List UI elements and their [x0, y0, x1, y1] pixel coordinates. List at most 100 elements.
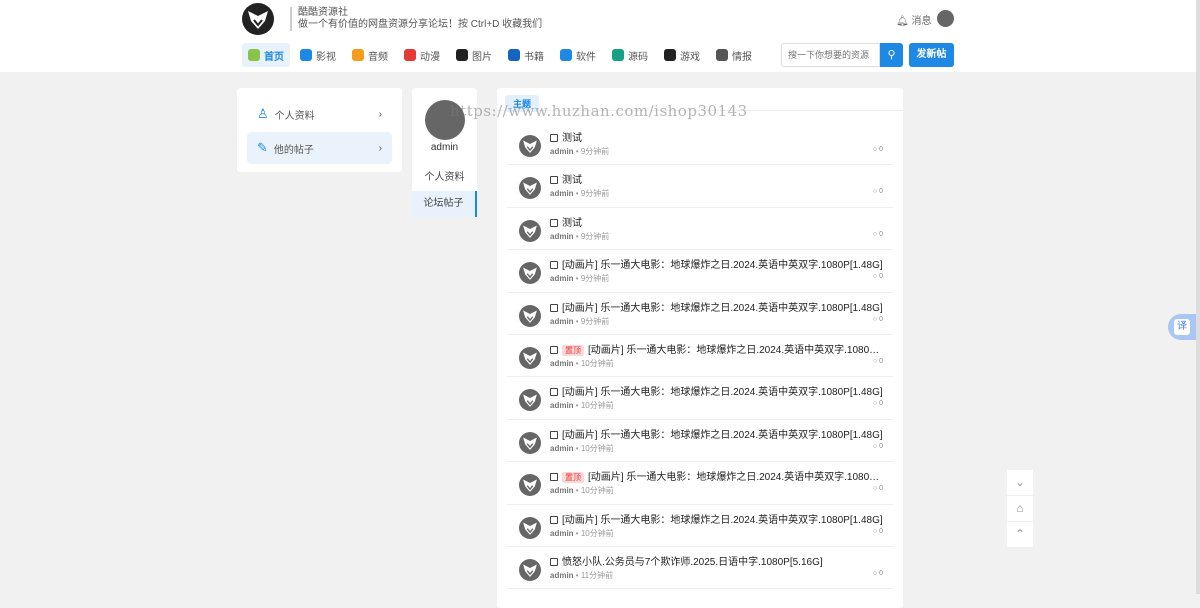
menu-posts[interactable]: ✎ 他的帖子 ›	[247, 132, 392, 164]
post-row: [动画片] 乐一通大电影：地球爆炸之日.2024.英语中英双字.1080P[1.…	[507, 420, 893, 463]
post-author[interactable]: admin	[550, 232, 574, 241]
nav-item[interactable]: 动漫	[398, 43, 446, 67]
post-meta: admin • 9分钟前	[550, 274, 610, 284]
nav-item[interactable]: 首页	[242, 43, 290, 67]
nav-label: 情报	[732, 51, 752, 63]
post-author[interactable]: admin	[550, 444, 574, 453]
post-meta: admin • 9分钟前	[550, 147, 610, 156]
post-title[interactable]: 置顶 [动画片] 乐一通大电影：地球爆炸之日.2024.英语中英双字.1080P[…	[550, 468, 885, 484]
author-avatar[interactable]	[519, 431, 541, 454]
comment-icon: ○	[872, 188, 878, 196]
checkbox-icon	[550, 218, 558, 227]
scroll-up-button[interactable]: ⌃	[1007, 522, 1033, 547]
nav-item[interactable]: 软件	[554, 43, 602, 67]
post-row: [动画片] 乐一通大电影：地球爆炸之日.2024.英语中英双字.1080P[1.…	[507, 377, 893, 420]
menu-profile[interactable]: ♙ 个人资料 ›	[247, 98, 392, 130]
checkbox-icon	[550, 176, 558, 185]
post-row: 测试 admin • 9分钟前 ○ 0	[507, 165, 893, 208]
user-menu-card: ♙ 个人资料 › ✎ 他的帖子 ›	[237, 88, 402, 172]
nav-item[interactable]: 游戏	[658, 43, 706, 67]
nav-item[interactable]: 音频	[346, 43, 394, 67]
user-avatar[interactable]	[937, 10, 954, 27]
scrollbar[interactable]	[1196, 0, 1200, 594]
post-title[interactable]: 测试	[550, 214, 885, 229]
author-avatar[interactable]	[519, 219, 541, 242]
comment-count-value: 0	[879, 273, 883, 281]
post-title[interactable]: [动画片] 乐一通大电影：地球爆炸之日.2024.英语中英双字.1080P[1.…	[550, 256, 885, 271]
comment-count-value: 0	[879, 442, 883, 450]
profile-name: admin	[430, 142, 459, 153]
search-button[interactable]: ⚲	[880, 43, 903, 67]
post-title[interactable]: [动画片] 乐一通大电影：地球爆炸之日.2024.英语中英双字.1080P[1.…	[550, 511, 885, 526]
post-row: [动画片] 乐一通大电影：地球爆炸之日.2024.英语中英双字.1080P[1.…	[507, 505, 893, 547]
post-time: 9分钟前	[580, 274, 610, 284]
post-title[interactable]: [动画片] 乐一通大电影：地球爆炸之日.2024.英语中英双字.1080P[1.…	[550, 426, 885, 441]
post-title[interactable]: 测试	[550, 129, 885, 144]
nav-label: 软件	[576, 51, 596, 63]
post-author[interactable]: admin	[550, 571, 574, 580]
author-avatar[interactable]	[519, 347, 541, 369]
post-author[interactable]: admin	[550, 147, 574, 156]
feather-icon: ✎	[257, 140, 268, 155]
post-title[interactable]: [动画片] 乐一通大电影：地球爆炸之日.2024.英语中英双字.1080P[1.…	[550, 299, 885, 314]
author-avatar[interactable]	[519, 389, 541, 412]
post-row: [动画片] 乐一通大电影：地球爆炸之日.2024.英语中英双字.1080P[1.…	[507, 293, 893, 335]
profile-tab-info[interactable]: 个人资料	[412, 165, 477, 191]
slogan: 做一个有价值的网盘资源分享论坛！按 Ctrl+D 收藏我们	[298, 19, 543, 30]
post-title-text: [动画片] 乐一通大电影：地球爆炸之日.2024.英语中英双字.1080P[1.…	[562, 387, 883, 399]
comment-count: ○ 0	[873, 528, 883, 535]
comment-count: ○ 0	[873, 400, 883, 407]
home-button[interactable]: ⌂	[1007, 496, 1033, 521]
site-logo[interactable]	[242, 3, 274, 35]
nav-label: 源码	[628, 51, 648, 63]
author-avatar[interactable]	[519, 135, 541, 157]
post-author[interactable]: admin	[550, 189, 574, 198]
author-avatar[interactable]	[519, 262, 541, 285]
pinned-badge: 置顶	[562, 472, 584, 484]
post-title[interactable]: 置顶 [动画片] 乐一通大电影：地球爆炸之日.2024.英语中英双字.1080P[…	[550, 341, 885, 356]
post-author[interactable]: admin	[550, 486, 574, 495]
post-title[interactable]: 测试	[550, 171, 885, 186]
post-author[interactable]: admin	[550, 274, 574, 283]
post-title[interactable]: [动画片] 乐一通大电影：地球爆炸之日.2024.英语中英双字.1080P[1.…	[550, 383, 885, 398]
post-title-text: [动画片] 乐一通大电影：地球爆炸之日.2024.英语中英双字.1080P[1.…	[588, 472, 885, 484]
comment-icon: ○	[872, 485, 878, 493]
new-post-button[interactable]: 发新帖	[909, 43, 954, 67]
post-author[interactable]: admin	[550, 317, 574, 326]
home-icon: ⌂	[1016, 501, 1024, 515]
nav-item[interactable]: 源码	[606, 43, 654, 67]
checkbox-icon	[550, 515, 558, 524]
nav-item[interactable]: 影视	[294, 43, 342, 67]
comment-count: ○ 0	[873, 231, 883, 238]
search-input[interactable]	[781, 43, 880, 67]
post-title[interactable]: 愤怒小队.公务员与7个欺诈师.2025.日语中字.1080P[5.16G]	[550, 553, 885, 568]
nav-icon	[300, 49, 312, 61]
comment-count-value: 0	[879, 230, 883, 238]
comment-icon: ○	[872, 315, 878, 323]
nav-item[interactable]: 图片	[450, 43, 498, 67]
menu-label: 他的帖子	[273, 144, 314, 156]
nav-item[interactable]: 情报	[710, 43, 758, 67]
post-author[interactable]: admin	[550, 401, 574, 410]
comment-count-value: 0	[879, 358, 883, 365]
scroll-down-button[interactable]: ⌄	[1007, 470, 1033, 495]
post-row: 置顶 [动画片] 乐一通大电影：地球爆炸之日.2024.英语中英双字.1080P[…	[507, 462, 893, 505]
author-avatar[interactable]	[519, 304, 541, 327]
nav-item[interactable]: 书籍	[502, 43, 550, 67]
chevron-right-icon: ›	[378, 108, 382, 120]
comment-icon: ○	[872, 400, 878, 408]
post-row: 愤怒小队.公务员与7个欺诈师.2025.日语中字.1080P[5.16G] ad…	[507, 547, 893, 590]
profile-tab-posts[interactable]: 论坛帖子	[412, 191, 477, 217]
nav-label: 游戏	[680, 51, 700, 63]
post-title-text: [动画片] 乐一通大电影：地球爆炸之日.2024.英语中英双字.1080P[1.…	[562, 514, 883, 526]
author-avatar[interactable]	[519, 516, 541, 539]
author-avatar[interactable]	[519, 177, 541, 200]
brand: 酷酷资源社 做一个有价值的网盘资源分享论坛！按 Ctrl+D 收藏我们	[290, 7, 542, 31]
messages-link[interactable]: 🔔︎ 消息	[896, 12, 931, 27]
author-avatar[interactable]	[519, 559, 541, 581]
post-author[interactable]: admin	[550, 359, 574, 368]
nav-icon	[612, 49, 624, 61]
post-time: 9分钟前	[580, 147, 610, 156]
author-avatar[interactable]	[519, 474, 541, 497]
post-author[interactable]: admin	[550, 529, 574, 538]
